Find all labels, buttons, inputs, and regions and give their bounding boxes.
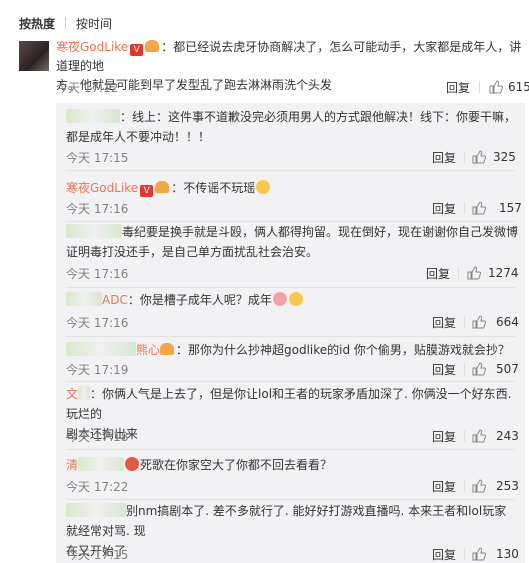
avatar[interactable] xyxy=(19,41,49,71)
fan-badge-icon xyxy=(160,343,175,355)
meta-divider xyxy=(464,430,465,442)
divider xyxy=(66,449,515,450)
meta-divider xyxy=(464,202,465,214)
like-count: 243 xyxy=(496,429,519,443)
reply-meta: 今天 17:22 回复 253 xyxy=(66,478,519,495)
reply-button[interactable]: 回复 xyxy=(426,265,450,282)
reply-meta: 今天 17:15 回复 130 xyxy=(66,546,519,563)
reply-button[interactable]: 回复 xyxy=(432,428,456,445)
username-link[interactable]: ADC xyxy=(102,293,128,307)
reply-button[interactable]: 回复 xyxy=(432,361,456,378)
meta-divider xyxy=(464,480,465,492)
reply-button[interactable]: 回复 xyxy=(432,478,456,495)
like-count: 664 xyxy=(496,315,519,329)
sort-by-hot[interactable]: 按热度 xyxy=(19,15,55,32)
meta-divider xyxy=(464,548,465,560)
verified-icon: V xyxy=(140,185,154,197)
divider xyxy=(66,336,515,337)
meta-divider xyxy=(458,267,459,279)
meta-divider xyxy=(464,151,465,163)
reply-button[interactable]: 回复 xyxy=(432,149,456,166)
meta-divider xyxy=(464,316,465,328)
thumbs-up-icon[interactable] xyxy=(472,429,486,443)
reply-text: ADC：你是槽子成年人呢？成年 xyxy=(66,290,518,310)
sort-by-time[interactable]: 按时间 xyxy=(76,15,112,32)
username-link[interactable]: 寒夜GodLike xyxy=(56,40,128,54)
like-count: 157 xyxy=(499,201,522,215)
thumbs-up-icon[interactable] xyxy=(472,479,486,493)
divider xyxy=(66,499,515,500)
thumbs-up-icon[interactable] xyxy=(472,315,486,329)
reply-text: 清死歌在你家空大了你都不回去看看？ xyxy=(66,457,333,472)
username-link[interactable]: 寒夜GodLike xyxy=(66,181,138,195)
reply-meta: 今天 17:15 回复 325 xyxy=(66,149,516,166)
reply-text: 毒纪要是换手就是斗殴，俩人都得拘留。现在倒好，现在谢谢你自己发微博 证明毒打没还… xyxy=(66,224,519,259)
meta-divider xyxy=(479,81,480,93)
shy-emoji-icon xyxy=(272,292,287,306)
comment-time: 今天 17:12 xyxy=(56,80,119,95)
thumbs-up-icon[interactable] xyxy=(472,201,486,215)
smile-emoji-icon xyxy=(256,180,271,194)
thumbs-up-icon[interactable] xyxy=(472,547,486,561)
thumbs-up-icon[interactable] xyxy=(472,150,486,164)
like-count: 1274 xyxy=(488,266,519,280)
like-count: 253 xyxy=(496,479,519,493)
blurred-username xyxy=(66,109,120,123)
fan-badge-icon xyxy=(155,181,170,193)
sort-divider xyxy=(65,17,67,29)
username-link[interactable]: 熊心 xyxy=(136,343,160,357)
reply-text: 熊心 ：那你为什么抄神超godlike的id 你个偷男，贴膜游戏就会抄？ xyxy=(66,340,518,360)
blurred-username xyxy=(66,224,122,238)
reply-button[interactable]: 回复 xyxy=(446,79,470,96)
like-count: 130 xyxy=(496,547,519,561)
divider xyxy=(66,381,515,382)
like-count: 325 xyxy=(493,150,516,164)
comment-meta: 今天 17:12 回复 615 xyxy=(56,79,529,96)
reply-meta: 今天 17:16 回复 664 xyxy=(66,314,519,331)
verified-icon: V xyxy=(130,44,144,56)
thumbs-up-icon[interactable] xyxy=(489,80,503,94)
reply-button[interactable]: 回复 xyxy=(432,546,456,563)
reply-meta: 今天 17:16 回复 1274 xyxy=(66,265,519,282)
reply-button[interactable]: 回复 xyxy=(432,200,456,217)
reply-text: 寒夜GodLike V ：不传谣不玩瑶 xyxy=(66,178,518,198)
reply-text: ：线上：这件事不道歉没完必须用男人的方式跟他解决！线下：你要干嘛，都是成年人不要… xyxy=(66,109,517,144)
username-link[interactable]: 文 xyxy=(66,387,78,401)
thumbs-up-icon[interactable] xyxy=(467,266,481,280)
reply-meta: 今天 17:18 回复 243 xyxy=(66,428,519,445)
divider xyxy=(66,170,515,171)
angry-emoji-icon xyxy=(125,457,140,471)
reply-meta: 今天 17:16 回复 157 xyxy=(66,200,522,217)
surprised-emoji-icon xyxy=(288,292,303,306)
divider xyxy=(66,287,515,288)
blurred-username xyxy=(78,457,125,471)
reply-button[interactable]: 回复 xyxy=(432,314,456,331)
meta-divider xyxy=(464,363,465,375)
like-count: 615 xyxy=(508,80,529,94)
sort-bar: 按热度 按时间 xyxy=(19,14,112,32)
thumbs-up-icon[interactable] xyxy=(472,362,486,376)
like-count: 507 xyxy=(496,362,519,376)
reply-list: ：线上：这件事不道歉没完必须用男人的方式跟他解决！线下：你要干嘛，都是成年人不要… xyxy=(56,103,525,563)
blurred-username xyxy=(66,503,126,517)
username-link[interactable]: 清 xyxy=(66,458,78,472)
blurred-username xyxy=(66,342,136,356)
blurred-username xyxy=(78,386,91,400)
reply-meta: 今天 17:19 回复 507 xyxy=(66,361,519,378)
fan-badge-icon xyxy=(145,40,160,52)
blurred-username xyxy=(66,292,102,306)
